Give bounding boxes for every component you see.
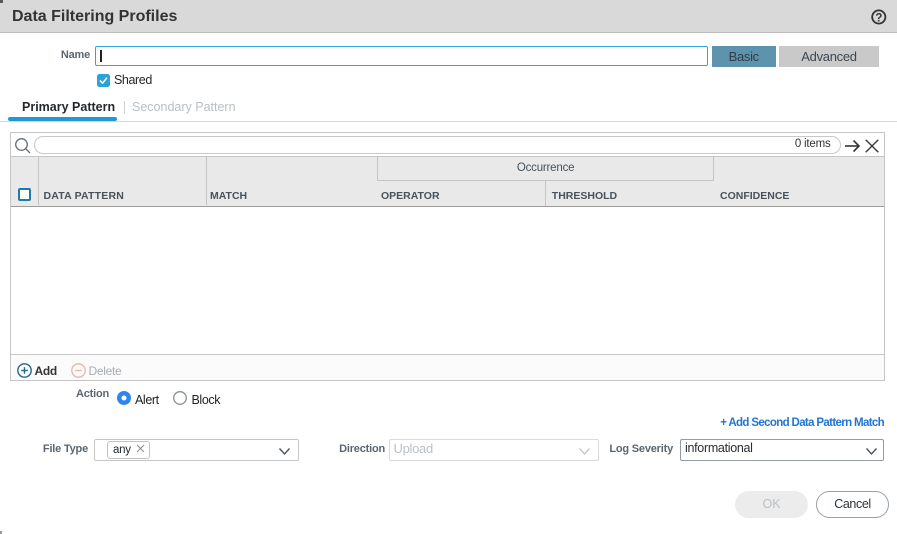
svg-text:?: ?: [875, 12, 882, 24]
